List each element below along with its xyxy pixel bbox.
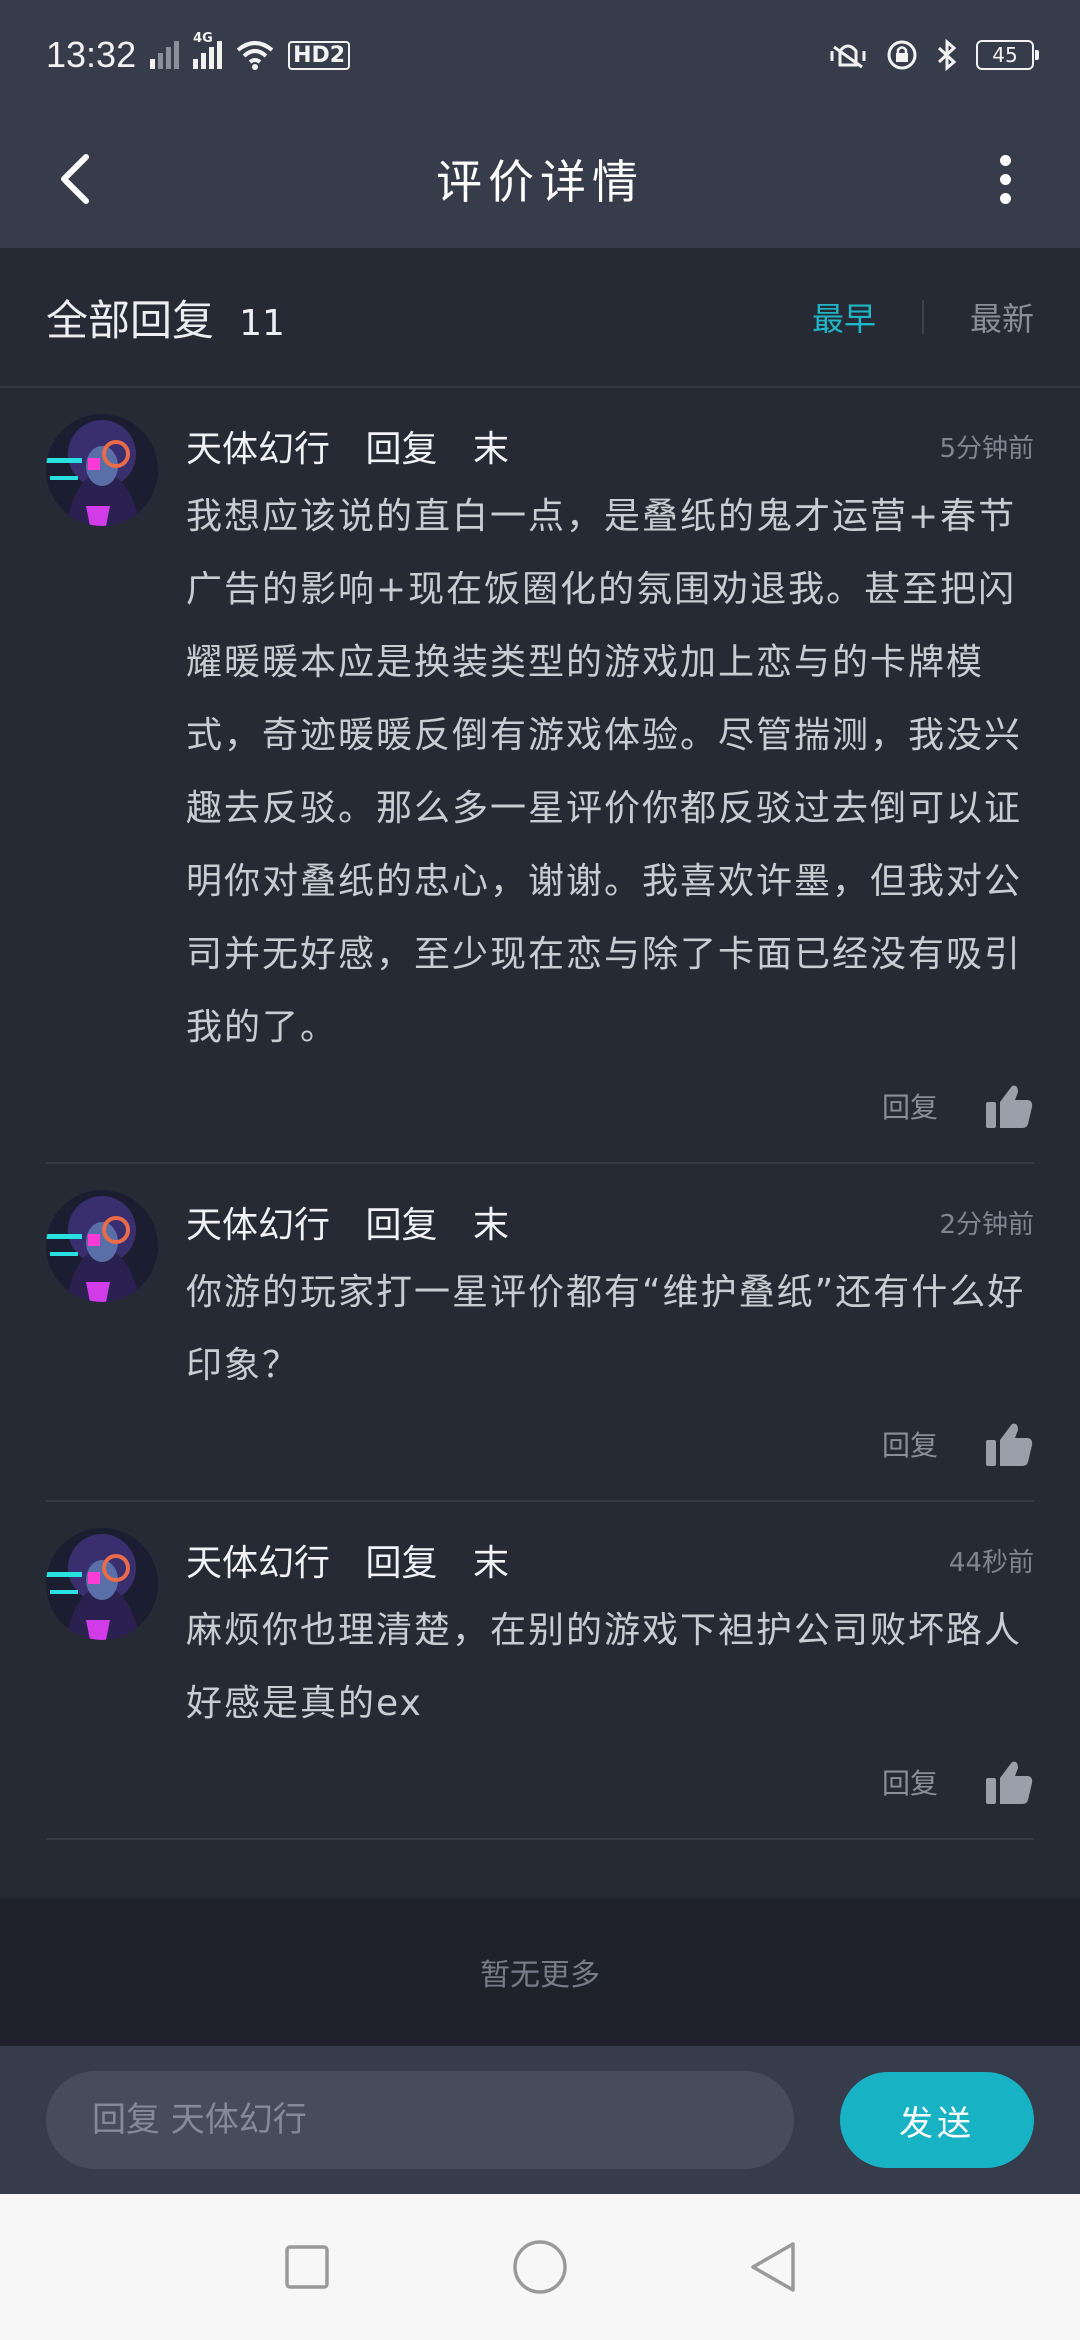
reply-item: 天体幻行 回复 末 44秒前 麻烦你也理清楚，在别的游戏下袒护公司败坏路人好感是… [46,1502,1034,1840]
reply-text: 麻烦你也理清楚，在别的游戏下袒护公司败坏路人好感是真的ex [186,1610,1023,1724]
thumbs-up-icon[interactable] [984,1757,1034,1807]
sort-toggle: 最早 最新 [812,294,1034,340]
reply-action: 回复 [365,1205,438,1246]
system-nav-bar [0,2194,1080,2340]
reply-action: 回复 [365,1543,438,1584]
bluetooth-icon [937,39,957,71]
thumbs-up-icon[interactable] [984,1419,1034,1469]
lock-rotation-icon [887,40,917,70]
signal-icon: 4G [193,31,223,69]
reply-target[interactable]: 末 [473,1543,509,1584]
reply-username[interactable]: 天体幻行 [186,1543,330,1584]
nav-bar: 评价详情 [0,110,1080,248]
reply-input[interactable] [46,2071,794,2169]
reply-item: 天体幻行 回复 末 5分钟前 我想应该说的直白一点，是叠纸的鬼才运营+春节广告的… [46,388,1034,1164]
signal-icon [150,41,180,69]
reply-target[interactable]: 末 [473,429,509,470]
no-more-label: 暂无更多 [0,1898,1080,2046]
status-bar: 13:32 4G HD2 45 [0,0,1080,110]
back-nav-button[interactable] [738,2232,808,2302]
reply-bar: 发送 [0,2046,1080,2194]
reply-button[interactable]: 回复 [882,1424,938,1464]
home-button[interactable] [505,2232,575,2302]
reply-list: 天体幻行 回复 末 5分钟前 我想应该说的直白一点，是叠纸的鬼才运营+春节广告的… [0,388,1080,1840]
reply-time: 5分钟前 [939,433,1034,464]
reply-button[interactable]: 回复 [882,1762,938,1802]
thumbs-up-icon[interactable] [984,1081,1034,1131]
reply-item: 天体幻行 回复 末 2分钟前 你游的玩家打一星评价都有“维护叠纸”还有什么好印象… [46,1164,1034,1502]
battery-icon: 45 [976,40,1039,70]
battery-level: 45 [992,43,1018,67]
reply-action: 回复 [365,429,438,470]
reply-button[interactable]: 回复 [882,1086,938,1126]
status-time: 13:32 [46,34,137,75]
replies-title: 全部回复 [46,295,215,345]
vibrate-icon [830,44,866,69]
reply-text: 我想应该说的直白一点，是叠纸的鬼才运营+春节广告的影响+现在饭圈化的氛围劝退我。… [186,496,1023,1048]
reply-username[interactable]: 天体幻行 [186,429,330,470]
triangle-back-icon [751,2242,796,2292]
sort-latest-button[interactable]: 最新 [970,294,1034,340]
avatar[interactable] [46,1190,158,1302]
square-icon [284,2245,329,2289]
reply-username[interactable]: 天体幻行 [186,1205,330,1246]
avatar[interactable] [46,414,158,526]
hd-voice-icon: HD2 [288,40,351,70]
network-type: 4G [193,31,213,46]
reply-time: 44秒前 [948,1547,1034,1578]
replies-count: 11 [239,302,285,344]
chevron-left-icon [61,154,89,204]
replies-header: 全部回复 11 最早 最新 [0,248,1080,388]
reply-time: 2分钟前 [939,1209,1034,1240]
recents-button[interactable] [272,2232,342,2302]
avatar[interactable] [46,1528,158,1640]
back-button[interactable] [40,144,110,214]
reply-target[interactable]: 末 [473,1205,509,1246]
page-title: 评价详情 [436,155,644,209]
circle-icon [513,2240,567,2294]
more-vertical-icon[interactable] [970,144,1040,214]
sort-divider [921,300,924,334]
wifi-icon [236,41,274,70]
send-button[interactable]: 发送 [840,2072,1034,2168]
sort-earliest-button[interactable]: 最早 [812,294,876,340]
reply-text: 你游的玩家打一星评价都有“维护叠纸”还有什么好印象？ [186,1272,1026,1386]
